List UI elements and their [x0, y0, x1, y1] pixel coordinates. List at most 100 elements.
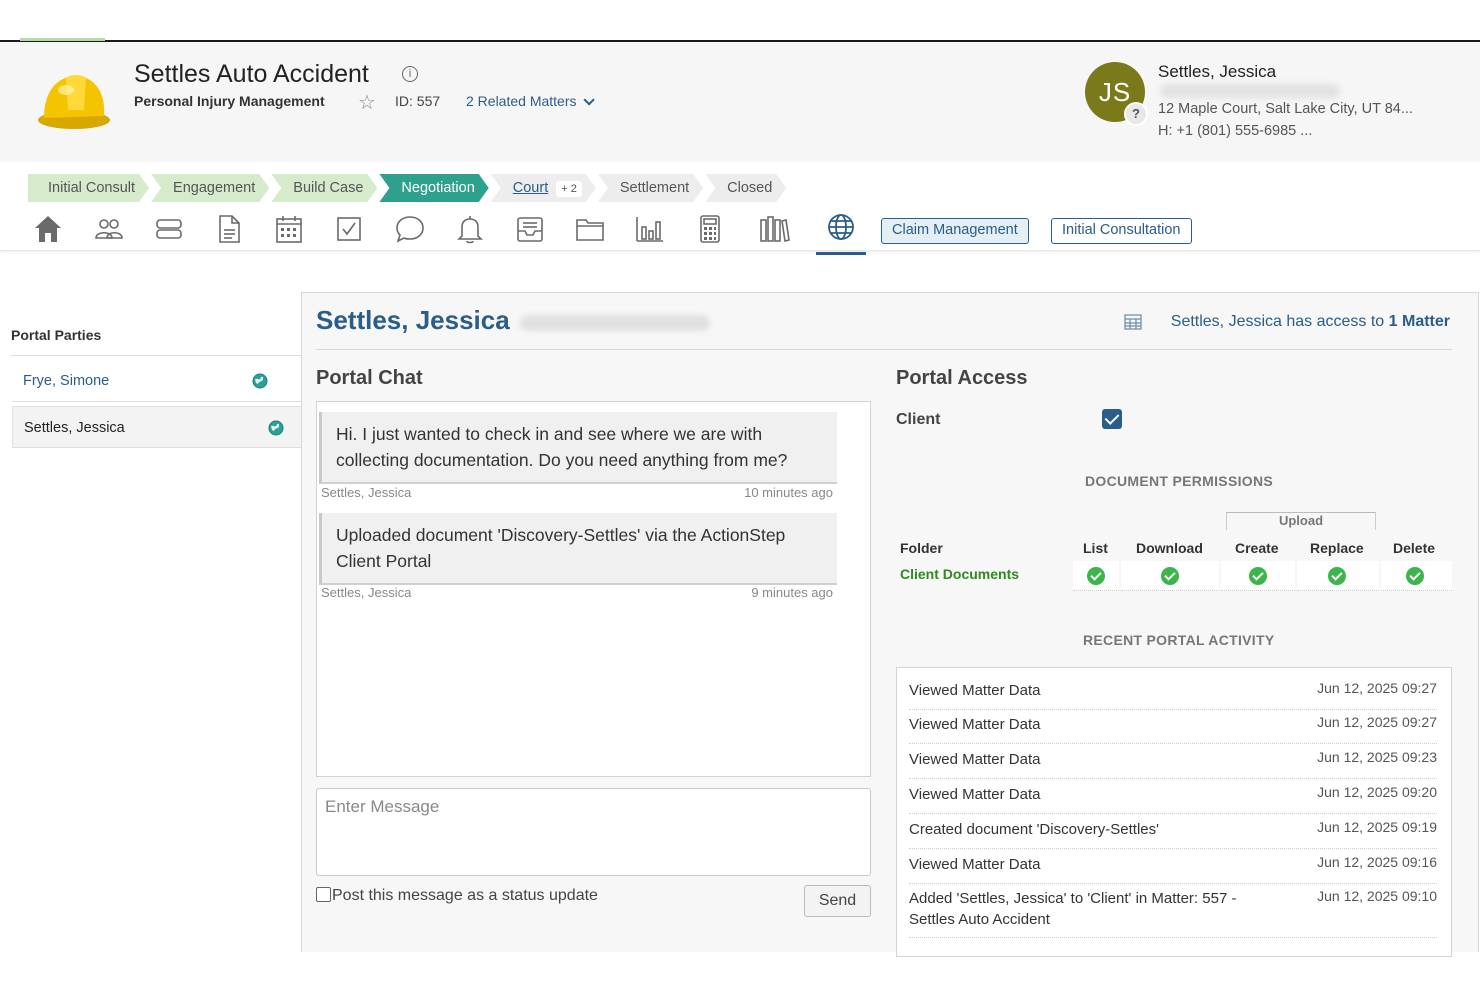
message-time: 10 minutes ago: [744, 485, 833, 500]
library-icon[interactable]: [758, 213, 790, 245]
contact-name[interactable]: Settles, Jessica: [1158, 62, 1276, 82]
activity-desc: Created document 'Discovery-Settles': [909, 821, 1159, 838]
stack-icon[interactable]: [153, 213, 185, 245]
message-author: Settles, Jessica: [321, 485, 412, 500]
calculator-icon[interactable]: [694, 213, 726, 245]
stage-build-case[interactable]: Build Case: [271, 174, 377, 202]
matter-type: Personal Injury Management: [134, 93, 325, 109]
perm-cell-list[interactable]: [1073, 561, 1119, 591]
perm-folder-client-documents[interactable]: Client Documents: [900, 566, 1019, 582]
perm-header-replace: Replace: [1310, 540, 1364, 556]
help-icon[interactable]: ?: [1124, 102, 1148, 126]
home-icon[interactable]: [32, 213, 64, 245]
perm-header-download: Download: [1136, 540, 1203, 556]
related-matters-label: 2 Related Matters: [466, 93, 577, 109]
activity-row: Viewed Matter Data Jun 12, 2025 09:23: [909, 749, 1437, 779]
contact-address: 12 Maple Court, Salt Lake City, UT 84...: [1158, 101, 1413, 117]
activity-desc: Viewed Matter Data: [909, 786, 1041, 803]
activity-time: Jun 12, 2025 09:20: [1317, 784, 1437, 800]
chat-message-meta: Settles, Jessica 10 minutes ago: [321, 485, 833, 500]
message-input[interactable]: Enter Message: [316, 788, 871, 876]
initial-consultation-button[interactable]: Initial Consultation: [1051, 218, 1192, 244]
portal-globe-icon: [252, 373, 268, 389]
chat-icon[interactable]: [394, 213, 426, 245]
perm-header-list: List: [1083, 540, 1108, 556]
check-icon: [1087, 567, 1105, 585]
stage-engagement[interactable]: Engagement: [151, 174, 269, 202]
portal-chat-title: Portal Chat: [316, 367, 423, 389]
matter-access-note: Settles, Jessica has access to 1 Matter: [1171, 313, 1450, 331]
top-accent: [20, 38, 105, 41]
check-icon: [1328, 567, 1346, 585]
activity-row: Viewed Matter Data Jun 12, 2025 09:27: [909, 714, 1437, 744]
stage-court[interactable]: Court + 2: [491, 174, 596, 202]
recent-activity-list[interactable]: Viewed Matter Data Jun 12, 2025 09:27 Vie…: [896, 667, 1452, 957]
chat-history[interactable]: Hi. I just wanted to check in and see wh…: [316, 401, 871, 777]
redacted-email: [520, 315, 710, 331]
checkbox-icon[interactable]: [333, 213, 365, 245]
party-name: Settles, Jessica: [24, 420, 125, 436]
document-permissions-title: DOCUMENT PERMISSIONS: [1085, 473, 1274, 489]
module-toolbar: Claim Management Initial Consultation: [0, 205, 1480, 255]
access-count[interactable]: 1 Matter: [1389, 313, 1450, 330]
perm-cell-download[interactable]: [1121, 561, 1219, 591]
stage-negotiation[interactable]: Negotiation: [379, 174, 488, 202]
portal-globe-icon: [268, 420, 284, 436]
party-item-frye-simone[interactable]: Frye, Simone: [12, 360, 302, 402]
divider: [316, 349, 1452, 350]
send-button[interactable]: Send: [804, 885, 871, 917]
party-item-settles-jessica[interactable]: Settles, Jessica: [12, 406, 302, 448]
document-icon[interactable]: [213, 213, 245, 245]
stage-closed[interactable]: Closed: [705, 174, 786, 202]
activity-time: Jun 12, 2025 09:23: [1317, 749, 1437, 765]
activity-row: Added 'Settles, Jessica' to 'Client' in …: [909, 888, 1437, 938]
matter-id: ID: 557: [395, 93, 441, 109]
redacted-email: [1160, 84, 1340, 98]
people-icon[interactable]: [93, 213, 125, 245]
activity-time: Jun 12, 2025 09:19: [1317, 819, 1437, 835]
chat-message: Uploaded document 'Discovery-Settles' vi…: [319, 513, 837, 585]
client-checkbox[interactable]: [1102, 409, 1122, 429]
perm-cell-create[interactable]: [1221, 561, 1295, 591]
stage-initial-consult[interactable]: Initial Consult: [28, 174, 149, 202]
info-icon[interactable]: i: [402, 66, 418, 82]
folder-icon[interactable]: [574, 213, 606, 245]
activity-desc: Viewed Matter Data: [909, 716, 1041, 733]
party-name: Frye, Simone: [23, 373, 110, 389]
client-label: Client: [896, 411, 941, 428]
activity-desc: Viewed Matter Data: [909, 856, 1041, 873]
party-heading: Settles, Jessica: [316, 305, 510, 335]
portal-parties-panel: Portal Parties Frye, Simone Settles, Jes…: [0, 292, 302, 952]
upload-group-label: Upload: [1226, 512, 1376, 530]
perm-cell-replace[interactable]: [1297, 561, 1379, 591]
stage-court-label[interactable]: Court: [513, 180, 548, 196]
activity-desc: Added 'Settles, Jessica' to 'Client' in …: [909, 890, 1237, 928]
divider: [11, 355, 302, 356]
related-matters-dropdown[interactable]: 2 Related Matters: [466, 93, 595, 109]
claim-management-button[interactable]: Claim Management: [881, 218, 1029, 244]
calendar-icon[interactable]: [273, 213, 305, 245]
activity-time: Jun 12, 2025 09:10: [1317, 888, 1437, 904]
status-update-checkbox[interactable]: [316, 887, 331, 902]
stage-settlement[interactable]: Settlement: [598, 174, 703, 202]
activity-row: Created document 'Discovery-Settles' Jun …: [909, 819, 1437, 849]
recent-activity-title: RECENT PORTAL ACTIVITY: [1083, 632, 1275, 648]
chart-icon[interactable]: [634, 213, 666, 245]
perm-header-folder: Folder: [900, 540, 943, 556]
status-update-label[interactable]: Post this message as a status update: [332, 887, 598, 905]
portal-detail-panel: Settles, Jessica Settles, Jessica has ac…: [301, 292, 1479, 957]
activity-time: Jun 12, 2025 09:27: [1317, 680, 1437, 696]
message-time: 9 minutes ago: [751, 585, 833, 600]
activity-row: Viewed Matter Data Jun 12, 2025 09:16: [909, 854, 1437, 884]
perm-cell-delete[interactable]: [1381, 561, 1452, 591]
globe-icon[interactable]: [816, 213, 866, 255]
stage-court-badge: + 2: [556, 181, 582, 197]
inbox-icon[interactable]: [514, 213, 546, 245]
bell-icon[interactable]: [454, 213, 486, 245]
star-icon[interactable]: ☆: [358, 90, 376, 114]
check-icon: [1249, 567, 1267, 585]
activity-row: Viewed Matter Data Jun 12, 2025 09:20: [909, 784, 1437, 814]
matter-list-icon: [1124, 314, 1142, 330]
stage-progress: Initial Consult Engagement Build Case Ne…: [28, 174, 788, 202]
portal-access-title: Portal Access: [896, 367, 1028, 389]
